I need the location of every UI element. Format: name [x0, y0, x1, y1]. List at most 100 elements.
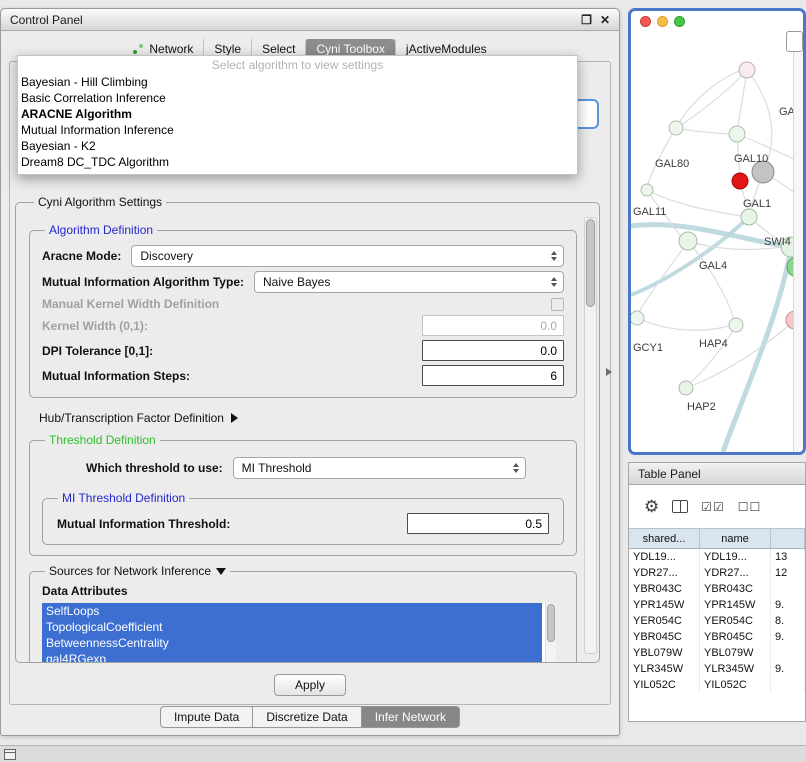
dpi-tolerance-input[interactable] [422, 340, 564, 361]
tab-infer-network[interactable]: Infer Network [361, 706, 460, 728]
sources-group: Sources for Network Inference Data Attri… [29, 564, 577, 663]
minimize-window-button[interactable] [657, 16, 668, 27]
manual-kernel-checkbox[interactable] [551, 298, 564, 311]
algorithm-option-basic-correlation-inference[interactable]: Basic Correlation Inference [18, 90, 577, 106]
table-panel-titlebar[interactable]: Table Panel [629, 463, 805, 485]
tab-discretize-data[interactable]: Discretize Data [252, 706, 361, 728]
network-node[interactable] [641, 184, 653, 196]
network-node[interactable] [631, 311, 644, 325]
network-edge [648, 128, 676, 184]
algorithm-option-bayesian-hill-climbing[interactable]: Bayesian - Hill Climbing [18, 74, 577, 90]
data-attribute-item[interactable]: BetweennessCentrality [42, 635, 542, 651]
algorithm-definition-group: Algorithm Definition Aracne Mode: Discov… [29, 223, 577, 398]
kernel-width-input[interactable] [422, 315, 564, 336]
table-row[interactable]: YBL079WYBL079W [629, 645, 805, 661]
mi-threshold-definition-title: MI Threshold Definition [58, 491, 189, 505]
table-cell: YLR345W [629, 661, 700, 677]
mi-steps-input[interactable] [422, 365, 564, 386]
panel-collapse-handle[interactable] [606, 368, 612, 376]
table-row[interactable]: YDR27...YDR27...12 [629, 565, 805, 581]
network-node[interactable] [669, 121, 683, 135]
data-attributes-list[interactable]: SelfLoopsTopologicalCoefficientBetweenne… [42, 603, 556, 663]
table-row[interactable]: YIL052CYIL052C [629, 677, 805, 693]
combo-arrows-icon [551, 246, 557, 266]
mi-type-select[interactable]: Naive Bayes [254, 271, 564, 293]
algorithm-option-aracne-algorithm[interactable]: ARACNE Algorithm [18, 106, 577, 122]
data-attributes-label: Data Attributes [42, 584, 566, 598]
settings-scrollbar[interactable] [584, 217, 597, 654]
clear-selection-icon[interactable]: ☐☐ [738, 501, 762, 513]
aracne-mode-row: Aracne Mode: Discovery [42, 245, 564, 267]
algorithm-dropdown-list: Select algorithm to view settings Bayesi… [17, 55, 578, 175]
table-cell: 9. [771, 661, 805, 677]
column-header[interactable]: name [700, 529, 771, 548]
data-attribute-item[interactable]: SelfLoops [42, 603, 542, 619]
float-panel-icon[interactable]: ❐ [581, 13, 592, 27]
attributes-vertical-scrollbar[interactable] [545, 603, 556, 663]
table-row[interactable]: YPR145WYPR145W9. [629, 597, 805, 613]
close-window-button[interactable] [640, 16, 651, 27]
network-graph: GALGAL80GAL10GAL11GAL1SWI4GAL4GCY1HAP4HA… [631, 11, 803, 452]
columns-icon[interactable] [672, 500, 688, 513]
zoom-window-button[interactable] [674, 16, 685, 27]
network-node[interactable] [679, 381, 693, 395]
restore-panel-icon[interactable] [4, 749, 16, 760]
network-node[interactable] [741, 209, 757, 225]
bottom-tab-bar: Impute DataDiscretize DataInfer Network [1, 706, 619, 728]
network-node[interactable] [732, 173, 748, 189]
control-panel-title: Control Panel [10, 13, 83, 27]
table-row[interactable]: YDL19...YDL19...13 [629, 549, 805, 565]
table-row[interactable]: YBR045CYBR045C9. [629, 629, 805, 645]
kernel-width-label: Kernel Width (0,1): [42, 319, 148, 333]
column-header[interactable]: shared... [629, 529, 700, 548]
aracne-mode-value: Discovery [140, 249, 193, 263]
network-node[interactable] [679, 232, 697, 250]
network-node[interactable] [729, 126, 745, 142]
table-toolbar: ⚙ ☑☑ ☐☐ [629, 485, 805, 528]
control-panel-titlebar[interactable]: Control Panel ❐ ✕ [1, 9, 619, 31]
network-node[interactable] [739, 62, 755, 78]
which-threshold-select[interactable]: MI Threshold [233, 457, 526, 479]
scrollbar-thumb[interactable] [586, 219, 595, 307]
table-cell: YBR043C [629, 581, 700, 597]
column-header[interactable] [771, 529, 805, 548]
table-row[interactable]: YER054CYER054C8. [629, 613, 805, 629]
cyni-algorithm-settings-group: Cyni Algorithm Settings Algorithm Defini… [15, 195, 600, 663]
mi-threshold-definition-group: MI Threshold Definition Mutual Informati… [42, 491, 564, 545]
sources-group-title[interactable]: Sources for Network Inference [45, 564, 230, 578]
network-node[interactable] [729, 318, 743, 332]
node-label: GAL11 [633, 206, 666, 218]
tab-label: Network [149, 42, 193, 56]
table-cell: YLR345W [700, 661, 771, 677]
algorithm-option-mutual-information-inference[interactable]: Mutual Information Inference [18, 122, 577, 138]
tab-impute-data[interactable]: Impute Data [160, 706, 253, 728]
scrollbar-thumb[interactable] [547, 604, 555, 642]
gear-icon[interactable]: ⚙ [644, 498, 659, 515]
hub-definition-toggle[interactable]: Hub/Transcription Factor Definition [39, 411, 577, 425]
network-edge [676, 71, 739, 128]
algorithm-definition-title: Algorithm Definition [45, 223, 157, 237]
table-row[interactable]: YLR345WYLR345W9. [629, 661, 805, 677]
network-edge [691, 325, 736, 382]
select-all-icon[interactable]: ☑☑ [701, 501, 725, 513]
network-scrollbar-button[interactable] [786, 31, 803, 52]
settings-group-title: Cyni Algorithm Settings [34, 195, 166, 209]
node-label: HAP2 [687, 401, 716, 413]
table-row[interactable]: YBR043CYBR043C [629, 581, 805, 597]
algorithm-option-dream8-dc-tdc-algorithm[interactable]: Dream8 DC_TDC Algorithm [18, 154, 577, 170]
tab-label: Select [262, 42, 295, 56]
data-attribute-item[interactable]: gal4RGexp [42, 651, 542, 663]
algorithm-option-bayesian-k2[interactable]: Bayesian - K2 [18, 138, 577, 154]
network-vertical-scrollbar[interactable] [793, 52, 803, 452]
close-panel-icon[interactable]: ✕ [600, 13, 610, 27]
data-attribute-item[interactable]: TopologicalCoefficient [42, 619, 542, 635]
mi-steps-label: Mutual Information Steps: [42, 369, 190, 383]
tab-label: jActiveModules [406, 42, 487, 56]
mi-threshold-input[interactable] [407, 513, 549, 534]
aracne-mode-select[interactable]: Discovery [131, 245, 564, 267]
status-bar [0, 745, 806, 762]
apply-button[interactable]: Apply [274, 674, 346, 696]
node-label: GAL4 [699, 260, 727, 272]
table-cell: YDR27... [700, 565, 771, 581]
threshold-definition-group: Threshold Definition Which threshold to … [29, 433, 577, 556]
